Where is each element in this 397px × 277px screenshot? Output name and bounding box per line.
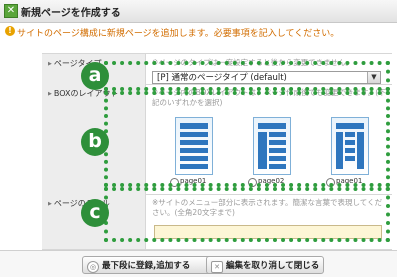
dialog-title: 新規ページを作成する bbox=[21, 8, 121, 19]
info-icon: ! bbox=[5, 26, 15, 36]
dialog-footer: ◎ 最下段に登録,追加する ✕ 編集を取り消して閉じる bbox=[0, 250, 397, 277]
callout-b-frame bbox=[104, 91, 390, 187]
dialog-titlebar: ✕ 新規ページを作成する bbox=[0, 0, 397, 23]
save-add-button[interactable]: ◎ 最下段に登録,追加する bbox=[82, 256, 214, 274]
callout-a-frame bbox=[104, 61, 390, 91]
close-icon: ✕ bbox=[211, 261, 223, 273]
close-x-icon[interactable]: ✕ bbox=[4, 4, 18, 18]
callout-c-badge: c bbox=[81, 199, 109, 227]
callout-c-frame bbox=[104, 187, 390, 242]
intro-text: サイトのページ構成に新規ページを追加します。必要事項を記入してください。 bbox=[17, 29, 340, 39]
intro-message: ! サイトのページ構成に新規ページを追加します。必要事項を記入してください。 bbox=[0, 23, 397, 41]
callout-b-badge: b bbox=[81, 128, 109, 156]
save-icon: ◎ bbox=[87, 261, 99, 273]
callout-a-badge: a bbox=[81, 62, 109, 90]
save-add-button-label: 最下段に登録,追加する bbox=[102, 261, 191, 271]
cancel-close-button-label: 編集を取り消して閉じる bbox=[226, 261, 320, 271]
cancel-close-button[interactable]: ✕ 編集を取り消して閉じる bbox=[206, 256, 324, 274]
